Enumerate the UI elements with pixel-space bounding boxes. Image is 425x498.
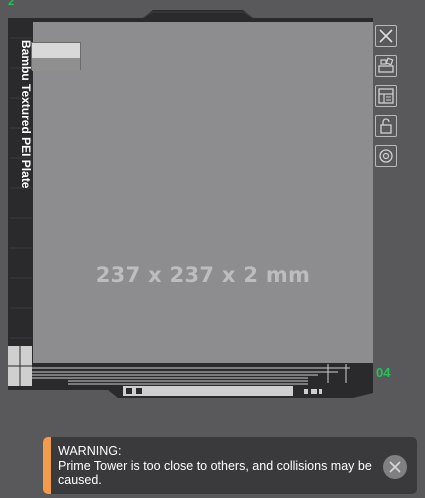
close-icon: [379, 29, 393, 43]
lock-icon: [380, 118, 392, 134]
warning-notification: WARNING: Prime Tower is too close to oth…: [43, 437, 417, 494]
warning-message: Prime Tower is too close to others, and …: [58, 459, 372, 487]
plate-tag: 2: [8, 0, 15, 8]
layout-button[interactable]: [375, 85, 397, 107]
settings-icon: [379, 149, 393, 163]
plate-dimensions: 237 x 237 x 2 mm: [95, 263, 311, 287]
close-icon: [389, 461, 401, 473]
arrange-button[interactable]: [375, 55, 397, 77]
plate-settings-button[interactable]: [375, 145, 397, 167]
lock-plate-button[interactable]: [375, 115, 397, 137]
arrange-icon: [378, 57, 394, 73]
filament-color-swatch: [31, 42, 81, 71]
close-plate-button[interactable]: [375, 25, 397, 47]
warning-close-button[interactable]: [383, 455, 407, 479]
build-plate-surface[interactable]: [33, 22, 373, 363]
layout-icon: [378, 88, 394, 104]
warning-accent-bar: [43, 437, 51, 494]
warning-title: WARNING:: [58, 444, 122, 458]
plate-index: 04: [376, 365, 391, 380]
